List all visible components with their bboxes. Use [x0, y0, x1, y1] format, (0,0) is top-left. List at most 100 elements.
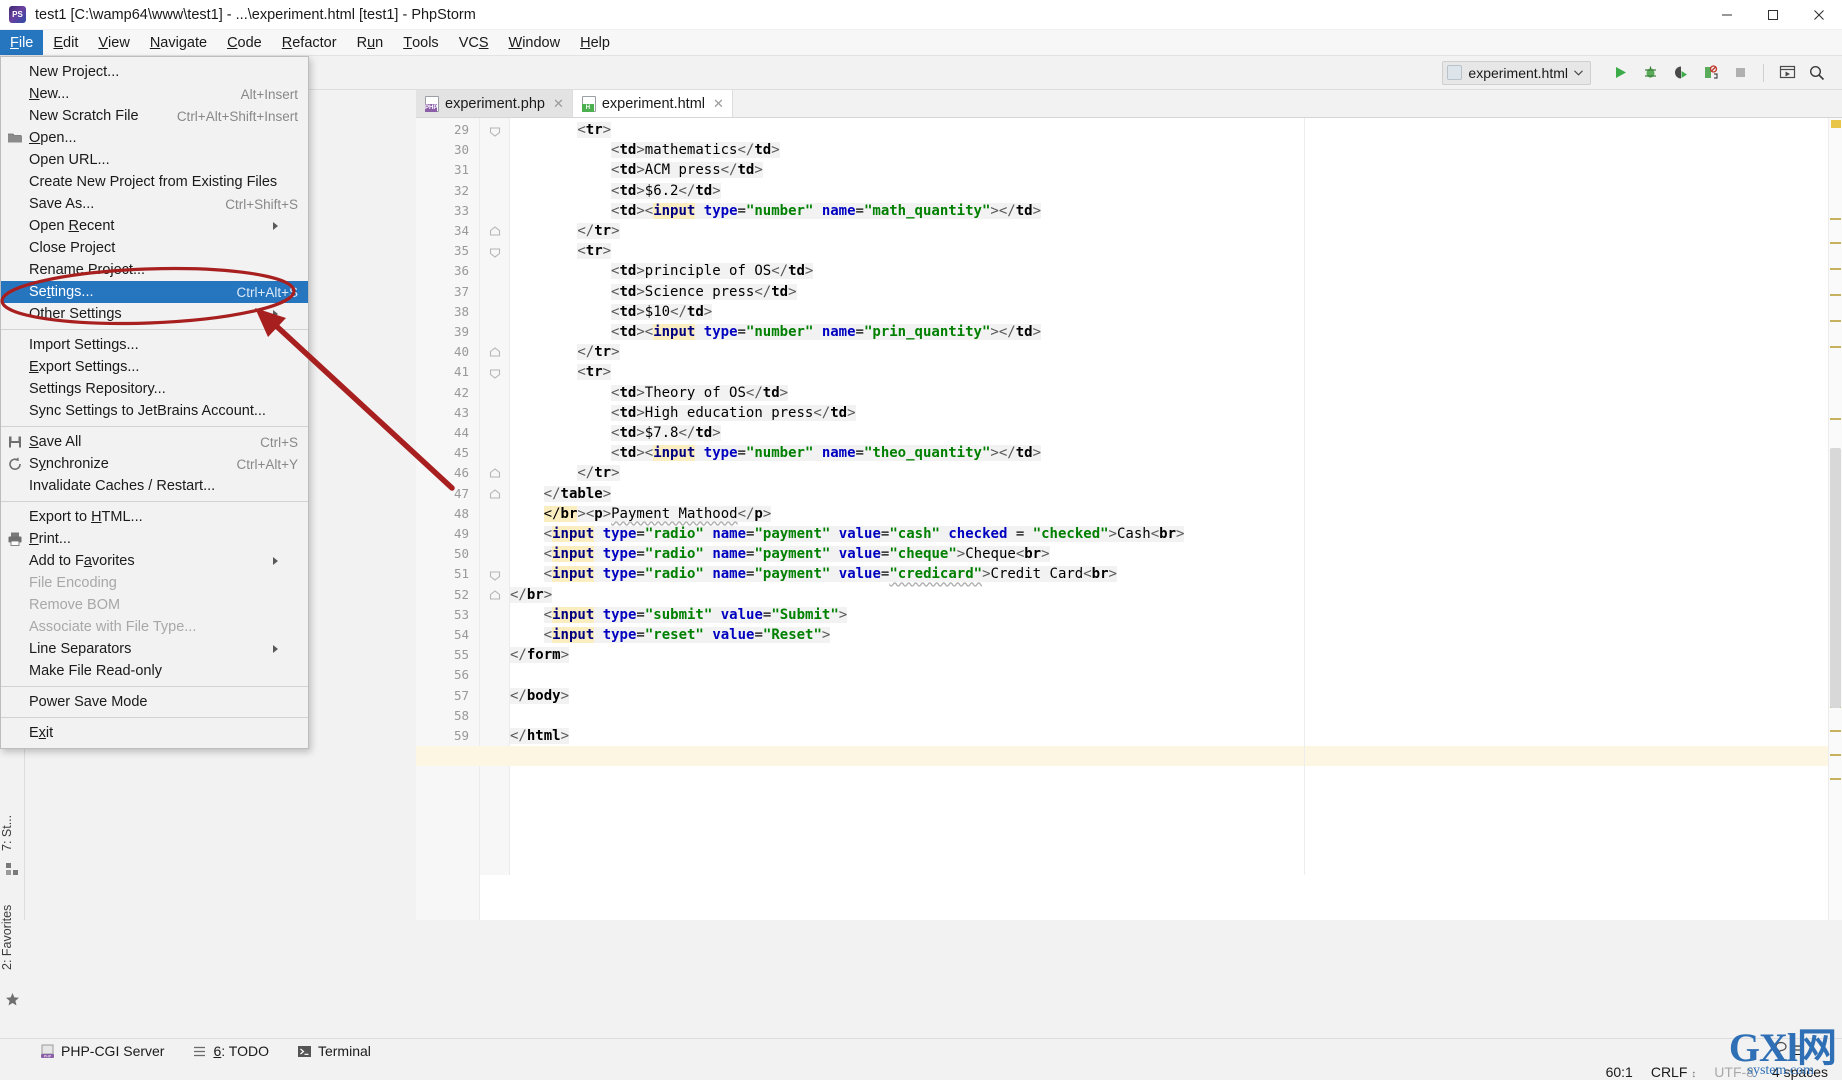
code-line: </br>: [510, 585, 552, 605]
menu-item-rename-project[interactable]: Rename Project...: [1, 259, 308, 281]
run-icon[interactable]: [1607, 60, 1633, 86]
maximize-button[interactable]: [1750, 0, 1796, 30]
menu-item-new[interactable]: New...Alt+Insert: [1, 83, 308, 105]
fold-minus-icon[interactable]: [489, 467, 501, 479]
fold-plus-icon[interactable]: [489, 366, 501, 378]
editor-scrollbar-thumb[interactable]: [1830, 448, 1841, 708]
status-tool-terminal[interactable]: Terminal: [283, 1043, 385, 1059]
fold-minus-icon[interactable]: [489, 225, 501, 237]
close-tab-icon[interactable]: ✕: [713, 96, 724, 112]
menu-item-new-project[interactable]: New Project...: [1, 61, 308, 83]
run-config-file-icon: [1447, 65, 1462, 80]
php-file-icon: PHP: [425, 96, 439, 112]
status-bar: Edit application settings 60:1 CRLF ↕ UT…: [0, 1063, 1842, 1080]
menu-item-make-file-read-only[interactable]: Make File Read-only: [1, 660, 308, 682]
menu-item-save-all[interactable]: Save AllCtrl+S: [1, 431, 308, 453]
profile-icon[interactable]: [1697, 60, 1723, 86]
code-line: <input type="radio" name="payment" value…: [544, 564, 1117, 584]
status-tool-label: PHP-CGI Server: [61, 1043, 164, 1059]
fold-minus-icon[interactable]: [489, 346, 501, 358]
line-number: 52: [417, 585, 469, 605]
minimize-button[interactable]: [1704, 0, 1750, 30]
menu-item-other-settings[interactable]: Other Settings: [1, 303, 308, 325]
fold-plus-icon[interactable]: [489, 245, 501, 257]
menu-item-close-project[interactable]: Close Project: [1, 237, 308, 259]
tool-window-favorites[interactable]: 2: Favorites: [0, 890, 25, 985]
menu-refactor[interactable]: Refactor: [272, 30, 347, 55]
menu-navigate[interactable]: Navigate: [140, 30, 217, 55]
update-application-icon[interactable]: [1774, 60, 1800, 86]
menu-item-label: File Encoding: [29, 575, 117, 591]
menu-item-settings[interactable]: Settings...Ctrl+Alt+S: [1, 281, 308, 303]
svg-text:PHP: PHP: [44, 1054, 52, 1058]
menu-item-sync-settings-to-jetbrains-account[interactable]: Sync Settings to JetBrains Account...: [1, 400, 308, 422]
menu-item-line-separators[interactable]: Line Separators: [1, 638, 308, 660]
line-number: 43: [417, 403, 469, 423]
menu-item-invalidate-caches-restart[interactable]: Invalidate Caches / Restart...: [1, 475, 308, 497]
menu-edit[interactable]: Edit: [43, 30, 88, 55]
fold-minus-icon[interactable]: [489, 589, 501, 601]
menu-item-label: Synchronize: [29, 456, 109, 472]
file-menu-dropdown[interactable]: New Project...New...Alt+InsertNew Scratc…: [0, 56, 309, 749]
menu-separator: [1, 426, 308, 427]
menu-item-settings-repository[interactable]: Settings Repository...: [1, 378, 308, 400]
menu-code[interactable]: Code: [217, 30, 272, 55]
menu-item-synchronize[interactable]: SynchronizeCtrl+Alt+Y: [1, 453, 308, 475]
tool-window-structure[interactable]: 7: St...: [0, 810, 25, 856]
fold-plus-icon[interactable]: [489, 124, 501, 136]
line-number: 46: [417, 463, 469, 483]
menu-item-export-settings[interactable]: Export Settings...: [1, 356, 308, 378]
run-with-coverage-icon[interactable]: [1667, 60, 1693, 86]
close-tab-icon[interactable]: ✕: [553, 96, 564, 112]
menu-item-import-settings[interactable]: Import Settings...: [1, 334, 308, 356]
menu-item-new-scratch-file[interactable]: New Scratch FileCtrl+Alt+Shift+Insert: [1, 105, 308, 127]
menu-item-label: Print...: [29, 531, 71, 547]
menu-item-open-url[interactable]: Open URL...: [1, 149, 308, 171]
menu-item-label: Export Settings...: [29, 359, 139, 375]
menu-view[interactable]: View: [88, 30, 139, 55]
menu-item-export-to-html[interactable]: Export to HTML...: [1, 506, 308, 528]
status-tool-php-cgi-server[interactable]: PHP PHP-CGI Server: [26, 1043, 178, 1059]
line-number: 35: [417, 241, 469, 261]
editor-tab-html[interactable]: Hexperiment.html✕: [573, 90, 733, 117]
menu-item-label: Settings...: [29, 284, 94, 300]
debug-icon[interactable]: [1637, 60, 1663, 86]
close-button[interactable]: [1796, 0, 1842, 30]
watermark: GXl网 system.com: [1729, 1028, 1836, 1078]
menu-file[interactable]: File: [0, 30, 43, 55]
error-marker-gutter[interactable]: [1828, 118, 1842, 920]
code-folding-gutter[interactable]: [480, 118, 510, 920]
marker-tick: [1830, 418, 1841, 420]
menu-run[interactable]: Run: [347, 30, 394, 55]
status-tool-6-todo[interactable]: 6: TODO: [178, 1043, 283, 1059]
menu-item-label: Rename Project...: [29, 262, 145, 278]
menu-item-open[interactable]: Open...: [1, 127, 308, 149]
run-configuration-selector[interactable]: experiment.html: [1442, 61, 1591, 85]
line-number: 39: [417, 322, 469, 342]
fold-minus-icon[interactable]: [489, 488, 501, 500]
status-tool-bar: PHP PHP-CGI Server 6: TODOTerminal: [0, 1038, 1842, 1063]
menu-help[interactable]: Help: [570, 30, 620, 55]
search-everywhere-icon[interactable]: [1804, 60, 1830, 86]
code-line: <td>ACM press</td>: [611, 160, 763, 180]
watermark-main: GXl网: [1729, 1028, 1836, 1068]
menu-item-print[interactable]: Print...: [1, 528, 308, 550]
menu-item-power-save-mode[interactable]: Power Save Mode: [1, 691, 308, 713]
code-content[interactable]: <tr><td>mathematics</td><td>ACM press</t…: [510, 118, 1842, 920]
editor-tab-php[interactable]: PHPexperiment.php✕: [416, 90, 573, 117]
menu-item-save-as[interactable]: Save As...Ctrl+Shift+S: [1, 193, 308, 215]
menu-item-label: Make File Read-only: [29, 663, 162, 679]
line-number: 41: [417, 362, 469, 382]
menu-item-exit[interactable]: Exit: [1, 722, 308, 744]
menu-vcs[interactable]: VCS: [449, 30, 499, 55]
fold-plus-icon[interactable]: [489, 568, 501, 580]
menu-item-open-recent[interactable]: Open Recent: [1, 215, 308, 237]
marker-tick: [1830, 294, 1841, 296]
menu-item-add-to-favorites[interactable]: Add to Favorites: [1, 550, 308, 572]
menu-window[interactable]: Window: [499, 30, 571, 55]
caret-position[interactable]: 60:1: [1606, 1064, 1633, 1080]
editor-body[interactable]: 2930313233343536373839404142434445464748…: [416, 118, 1842, 920]
menu-tools[interactable]: Tools: [393, 30, 448, 55]
menu-item-create-new-project-from-existing-files[interactable]: Create New Project from Existing Files: [1, 171, 308, 193]
line-separator[interactable]: CRLF ↕: [1651, 1064, 1696, 1080]
